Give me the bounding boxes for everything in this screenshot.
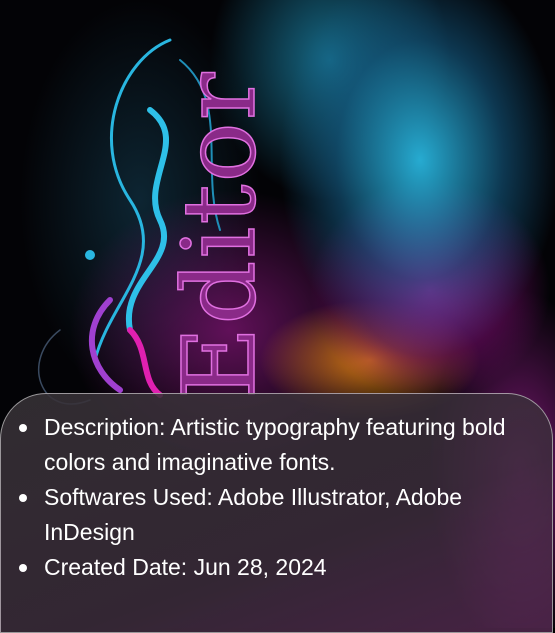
- softwares-item: Softwares Used: Adobe Illustrator, Adobe…: [1, 480, 555, 550]
- created-date-item: Created Date: Jun 28, 2024: [1, 550, 555, 585]
- editor-title-artwork: Editor: [160, 70, 279, 401]
- details-card: Description: Artistic typography featuri…: [0, 393, 553, 633]
- description-item: Description: Artistic typography featuri…: [1, 410, 555, 480]
- details-list: Description: Artistic typography featuri…: [1, 410, 555, 585]
